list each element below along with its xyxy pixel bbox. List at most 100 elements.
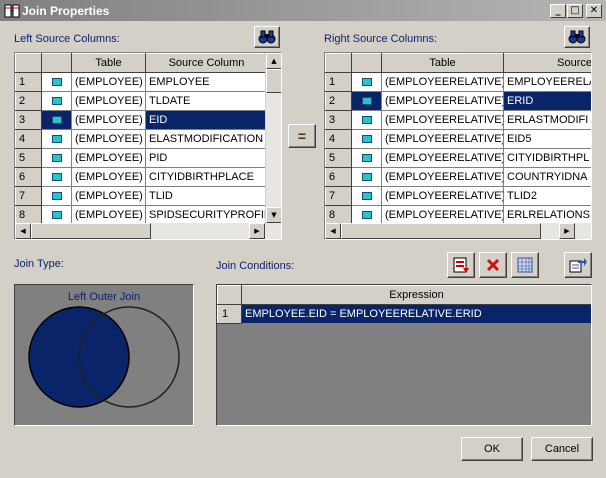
- source-column-cell[interactable]: ERLRELATIONS: [503, 205, 591, 225]
- new-condition-button[interactable]: [447, 252, 475, 278]
- row-number: 3: [15, 110, 42, 130]
- table-row[interactable]: 5 (EMPLOYEERELATIVE) CITYIDBIRTHPL: [325, 148, 591, 168]
- table-cell[interactable]: (EMPLOYEERELATIVE): [381, 72, 504, 92]
- corner-header: [217, 285, 242, 305]
- corner-header: [325, 53, 352, 73]
- table-row[interactable]: 8 (EMPLOYEE) SPIDSECURITYPROFILE: [15, 205, 268, 225]
- ok-button[interactable]: OK: [461, 437, 523, 461]
- table-row[interactable]: 1 EMPLOYEE.EID = EMPLOYEERELATIVE.ERID: [217, 304, 591, 324]
- source-column-cell[interactable]: EID: [145, 110, 268, 130]
- scroll-up-arrow-icon[interactable]: ▲: [266, 53, 281, 69]
- column-type-icon: [51, 173, 62, 182]
- cancel-button[interactable]: Cancel: [531, 437, 593, 461]
- source-column-cell[interactable]: ELASTMODIFICATION: [145, 129, 268, 149]
- table-cell[interactable]: (EMPLOYEERELATIVE): [381, 91, 504, 111]
- column-header-source-column[interactable]: Source Column: [145, 53, 268, 73]
- table-cell[interactable]: (EMPLOYEE): [71, 167, 146, 187]
- column-header-table[interactable]: Table: [381, 53, 504, 73]
- column-header-table[interactable]: Table: [71, 53, 146, 73]
- table-cell[interactable]: (EMPLOYEE): [71, 129, 146, 149]
- source-column-cell[interactable]: COUNTRYIDNA: [503, 167, 591, 187]
- row-number: 6: [325, 167, 352, 187]
- export-button[interactable]: [564, 252, 592, 278]
- expression-cell[interactable]: EMPLOYEE.EID = EMPLOYEERELATIVE.ERID: [241, 304, 591, 324]
- table-row[interactable]: 6 (EMPLOYEE) CITYIDBIRTHPLACE: [15, 167, 268, 187]
- scroll-right-arrow-icon[interactable]: ▶: [559, 223, 575, 239]
- table-cell[interactable]: (EMPLOYEE): [71, 91, 146, 111]
- table-row[interactable]: 7 (EMPLOYEERELATIVE) TLID2: [325, 186, 591, 206]
- left-horizontal-scrollbar[interactable]: ◀ ▶: [15, 223, 281, 239]
- source-column-cell[interactable]: EMPLOYEERELA: [503, 72, 591, 92]
- table-cell[interactable]: (EMPLOYEERELATIVE): [381, 129, 504, 149]
- table-row[interactable]: 3 (EMPLOYEERELATIVE) ERLASTMODIFI: [325, 110, 591, 130]
- table-cell[interactable]: (EMPLOYEERELATIVE): [381, 110, 504, 130]
- table-row[interactable]: 3 (EMPLOYEE) EID: [15, 110, 268, 130]
- table-cell[interactable]: (EMPLOYEERELATIVE): [381, 186, 504, 206]
- table-row[interactable]: 6 (EMPLOYEERELATIVE) COUNTRYIDNA: [325, 167, 591, 187]
- column-type-cell: [351, 205, 382, 225]
- table-row[interactable]: 8 (EMPLOYEERELATIVE) ERLRELATIONS: [325, 205, 591, 225]
- scroll-thumb[interactable]: [341, 223, 541, 239]
- source-column-cell[interactable]: CITYIDBIRTHPL: [503, 148, 591, 168]
- right-horizontal-scrollbar[interactable]: ◀ ▶: [325, 223, 591, 239]
- close-button[interactable]: ✕: [586, 4, 602, 18]
- delete-condition-button[interactable]: [479, 252, 507, 278]
- row-number: 8: [15, 205, 42, 225]
- table-cell[interactable]: (EMPLOYEE): [71, 148, 146, 168]
- source-column-cell[interactable]: TLID2: [503, 186, 591, 206]
- table-row[interactable]: 2 (EMPLOYEE) TLDATE: [15, 91, 268, 111]
- find-left-button[interactable]: [254, 26, 280, 48]
- scroll-left-arrow-icon[interactable]: ◀: [325, 223, 341, 239]
- join-conditions-grid[interactable]: Expression 1 EMPLOYEE.EID = EMPLOYEERELA…: [216, 284, 592, 426]
- column-header-source[interactable]: Source: [503, 53, 591, 73]
- table-cell[interactable]: (EMPLOYEE): [71, 110, 146, 130]
- column-type-icon: [361, 154, 372, 163]
- table-row[interactable]: 5 (EMPLOYEE) PID: [15, 148, 268, 168]
- left-source-grid[interactable]: Table Source Column 1 (EMPLOYEE) EMPLOYEE 2…: [14, 52, 282, 240]
- scroll-right-arrow-icon[interactable]: ▶: [249, 223, 265, 239]
- table-row[interactable]: 1 (EMPLOYEERELATIVE) EMPLOYEERELA: [325, 72, 591, 92]
- table-row[interactable]: 4 (EMPLOYEE) ELASTMODIFICATION: [15, 129, 268, 149]
- row-number: 4: [15, 129, 42, 149]
- equals-button[interactable]: =: [288, 124, 316, 148]
- maximize-button[interactable]: □: [567, 4, 583, 18]
- scroll-down-arrow-icon[interactable]: ▼: [266, 207, 281, 223]
- table-row[interactable]: 7 (EMPLOYEE) TLID: [15, 186, 268, 206]
- find-right-button[interactable]: [564, 26, 590, 48]
- table-row[interactable]: 1 (EMPLOYEE) EMPLOYEE: [15, 72, 268, 92]
- source-column-cell[interactable]: SPIDSECURITYPROFILE: [145, 205, 268, 225]
- icon-header: [41, 53, 72, 73]
- table-row[interactable]: 2 (EMPLOYEERELATIVE) ERID: [325, 91, 591, 111]
- right-source-grid[interactable]: Table Source 1 (EMPLOYEERELATIVE) EMPLOYEE…: [324, 52, 592, 240]
- column-type-icon: [361, 135, 372, 144]
- table-cell[interactable]: (EMPLOYEE): [71, 186, 146, 206]
- source-column-cell[interactable]: ERID: [503, 91, 591, 111]
- row-number: 1: [325, 72, 352, 92]
- table-cell[interactable]: (EMPLOYEERELATIVE): [381, 167, 504, 187]
- table-cell[interactable]: (EMPLOYEE): [71, 72, 146, 92]
- title-bar: Join Properties _ □ ✕: [0, 0, 606, 22]
- scroll-thumb[interactable]: [31, 223, 151, 239]
- minimize-button[interactable]: _: [550, 4, 566, 18]
- source-column-cell[interactable]: TLDATE: [145, 91, 268, 111]
- new-condition-icon: [453, 257, 469, 273]
- source-column-cell[interactable]: ERLASTMODIFI: [503, 110, 591, 130]
- source-column-cell[interactable]: TLID: [145, 186, 268, 206]
- column-header-expression[interactable]: Expression: [241, 285, 591, 305]
- table-cell[interactable]: (EMPLOYEE): [71, 205, 146, 225]
- scroll-thumb[interactable]: [266, 69, 281, 93]
- source-column-cell[interactable]: EMPLOYEE: [145, 72, 268, 92]
- table-cell[interactable]: (EMPLOYEERELATIVE): [381, 205, 504, 225]
- source-column-cell[interactable]: EID5: [503, 129, 591, 149]
- source-column-cell[interactable]: CITYIDBIRTHPLACE: [145, 167, 268, 187]
- scroll-left-arrow-icon[interactable]: ◀: [15, 223, 31, 239]
- grid-view-button[interactable]: [511, 252, 539, 278]
- table-cell[interactable]: (EMPLOYEERELATIVE): [381, 148, 504, 168]
- table-row[interactable]: 4 (EMPLOYEERELATIVE) EID5: [325, 129, 591, 149]
- column-type-icon: [51, 211, 62, 220]
- source-column-cell[interactable]: PID: [145, 148, 268, 168]
- corner-header: [15, 53, 42, 73]
- column-type-icon: [361, 211, 372, 220]
- left-vertical-scrollbar[interactable]: ▲ ▼: [265, 53, 281, 223]
- join-type-panel[interactable]: Left Outer Join: [14, 284, 194, 426]
